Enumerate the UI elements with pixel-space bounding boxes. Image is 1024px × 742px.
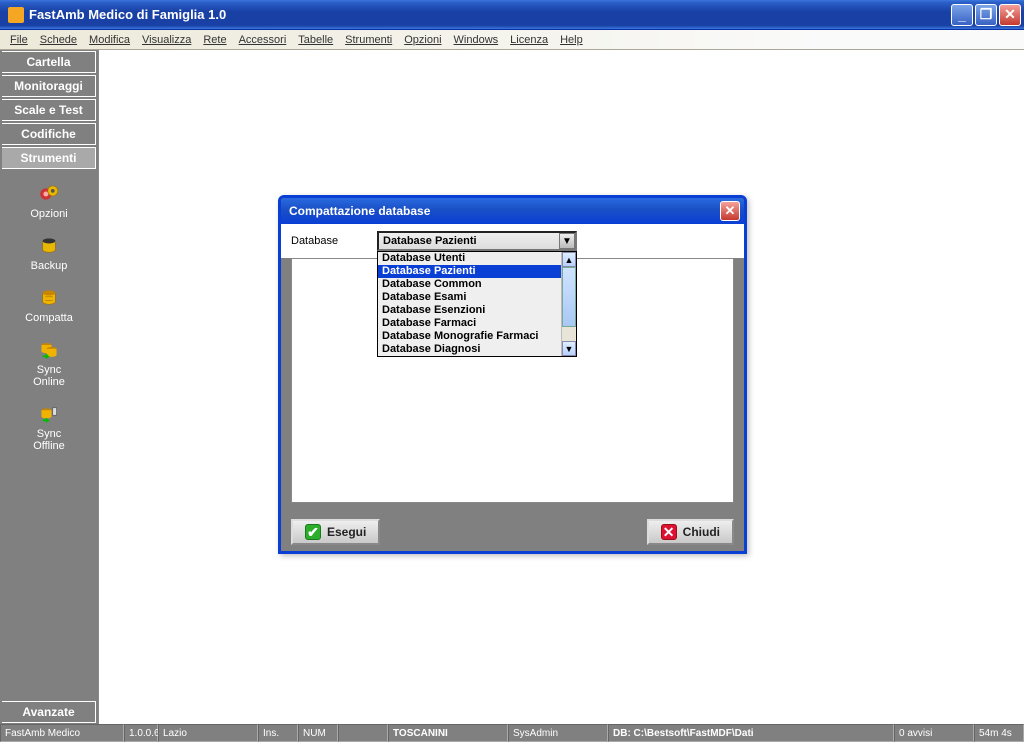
sidebar-item-sync-online[interactable]: Sync Online [0,334,98,390]
status-num: NUM [298,724,338,742]
window-titlebar: FastAmb Medico di Famiglia 1.0 _ ❐ ✕ [0,0,1024,30]
minimize-button[interactable]: _ [951,4,973,26]
menu-opzioni[interactable]: Opzioni [398,32,447,48]
database-compact-icon [33,284,65,312]
combo-option[interactable]: Database Esami [378,291,576,304]
status-role: SysAdmin [508,724,608,742]
scroll-thumb[interactable] [562,267,576,327]
database-combo[interactable]: Database Pazienti ▼ Database Utenti Data… [377,231,577,251]
chiudi-button[interactable]: ✕ Chiudi [647,519,734,545]
menu-visualizza[interactable]: Visualizza [136,32,197,48]
menu-modifica[interactable]: Modifica [83,32,136,48]
sidebar-icon-list: Opzioni Backup Compatta Sync Online Sync… [0,170,98,700]
status-avvisi: 0 avvisi [894,724,974,742]
check-icon: ✔ [305,524,321,540]
sidebar-item-backup[interactable]: Backup [0,230,98,274]
sidebar-item-label: Backup [31,260,68,272]
menu-windows[interactable]: Windows [448,32,505,48]
status-ins: Ins. [258,724,298,742]
dropdown-button[interactable]: ▼ [559,233,575,249]
dialog-field-row: Database Database Pazienti ▼ Database Ut… [281,224,744,258]
menu-rete[interactable]: Rete [197,32,232,48]
menu-bar: File Schede Modifica Visualizza Rete Acc… [0,30,1024,50]
combo-option[interactable]: Database Diagnosi [378,343,576,356]
sidebar-item-label-line1: Sync [37,428,61,440]
window-title: FastAmb Medico di Famiglia 1.0 [29,7,949,22]
dialog-titlebar[interactable]: Compattazione database ✕ [281,198,744,224]
sidebar: Cartella Monitoraggi Scale e Test Codifi… [0,50,98,724]
database-combo-value[interactable]: Database Pazienti [377,231,577,251]
sidebar-item-label: Compatta [25,312,73,324]
sidebar-item-opzioni[interactable]: Opzioni [0,178,98,222]
combo-option[interactable]: Database Esenzioni [378,304,576,317]
status-region: Lazio [158,724,258,742]
menu-accessori[interactable]: Accessori [233,32,293,48]
close-icon: ✕ [661,524,677,540]
sidebar-item-label-line2: Offline [33,440,65,452]
sidebar-item-label: Opzioni [30,208,67,220]
sidebar-item-compatta[interactable]: Compatta [0,282,98,326]
combo-option[interactable]: Database Monografie Farmaci [378,330,548,343]
scroll-down-icon[interactable]: ▼ [562,341,576,356]
combo-option[interactable]: Database Utenti [378,252,576,265]
database-combo-dropdown: Database Utenti Database Pazienti Databa… [377,251,577,357]
dialog-button-bar: ✔ Esegui ✕ Chiudi [281,513,744,551]
menu-tabelle[interactable]: Tabelle [292,32,339,48]
sidebar-tab-codifiche[interactable]: Codifiche [2,123,96,145]
sidebar-tab-monitoraggi[interactable]: Monitoraggi [2,75,96,97]
esegui-button[interactable]: ✔ Esegui [291,519,380,545]
sidebar-tab-cartella[interactable]: Cartella [2,51,96,73]
dialog-title: Compattazione database [289,204,720,218]
scroll-up-icon[interactable]: ▲ [562,252,576,267]
status-user: TOSCANINI [388,724,508,742]
status-version: 1.0.0.6 [124,724,158,742]
status-pad1 [338,724,388,742]
sidebar-item-label-line2: Online [33,376,65,388]
dialog-compattazione: Compattazione database ✕ Database Databa… [278,195,747,554]
menu-licenza[interactable]: Licenza [504,32,554,48]
chiudi-label: Chiudi [683,525,720,539]
database-sync-offline-icon [33,400,65,428]
database-backup-icon [33,232,65,260]
combo-scrollbar[interactable]: ▲ ▼ [561,252,576,356]
sidebar-item-label-line1: Sync [37,364,61,376]
app-icon [8,7,24,23]
status-bar: FastAmb Medico 1.0.0.6 Lazio Ins. NUM TO… [0,724,1024,742]
menu-help[interactable]: Help [554,32,589,48]
menu-strumenti[interactable]: Strumenti [339,32,398,48]
combo-option[interactable]: Database Pazienti [378,265,576,278]
sidebar-item-sync-offline[interactable]: Sync Offline [0,398,98,454]
esegui-label: Esegui [327,525,366,539]
sidebar-tab-scale-test[interactable]: Scale e Test [2,99,96,121]
close-button[interactable]: ✕ [999,4,1021,26]
combo-option[interactable]: Database Farmaci [378,317,576,330]
database-sync-online-icon [33,336,65,364]
gear-icon [33,180,65,208]
maximize-button[interactable]: ❐ [975,4,997,26]
menu-schede[interactable]: Schede [34,32,83,48]
combo-option[interactable]: Database Common [378,278,576,291]
dialog-close-button[interactable]: ✕ [720,201,740,221]
status-app: FastAmb Medico [0,724,124,742]
database-label: Database [291,235,365,247]
status-time: 54m 4s [974,724,1024,742]
sidebar-tab-strumenti[interactable]: Strumenti [2,147,96,169]
status-db: DB: C:\Bestsoft\FastMDF\Dati [608,724,894,742]
menu-file[interactable]: File [4,32,34,48]
sidebar-tab-avanzate[interactable]: Avanzate [2,701,96,723]
